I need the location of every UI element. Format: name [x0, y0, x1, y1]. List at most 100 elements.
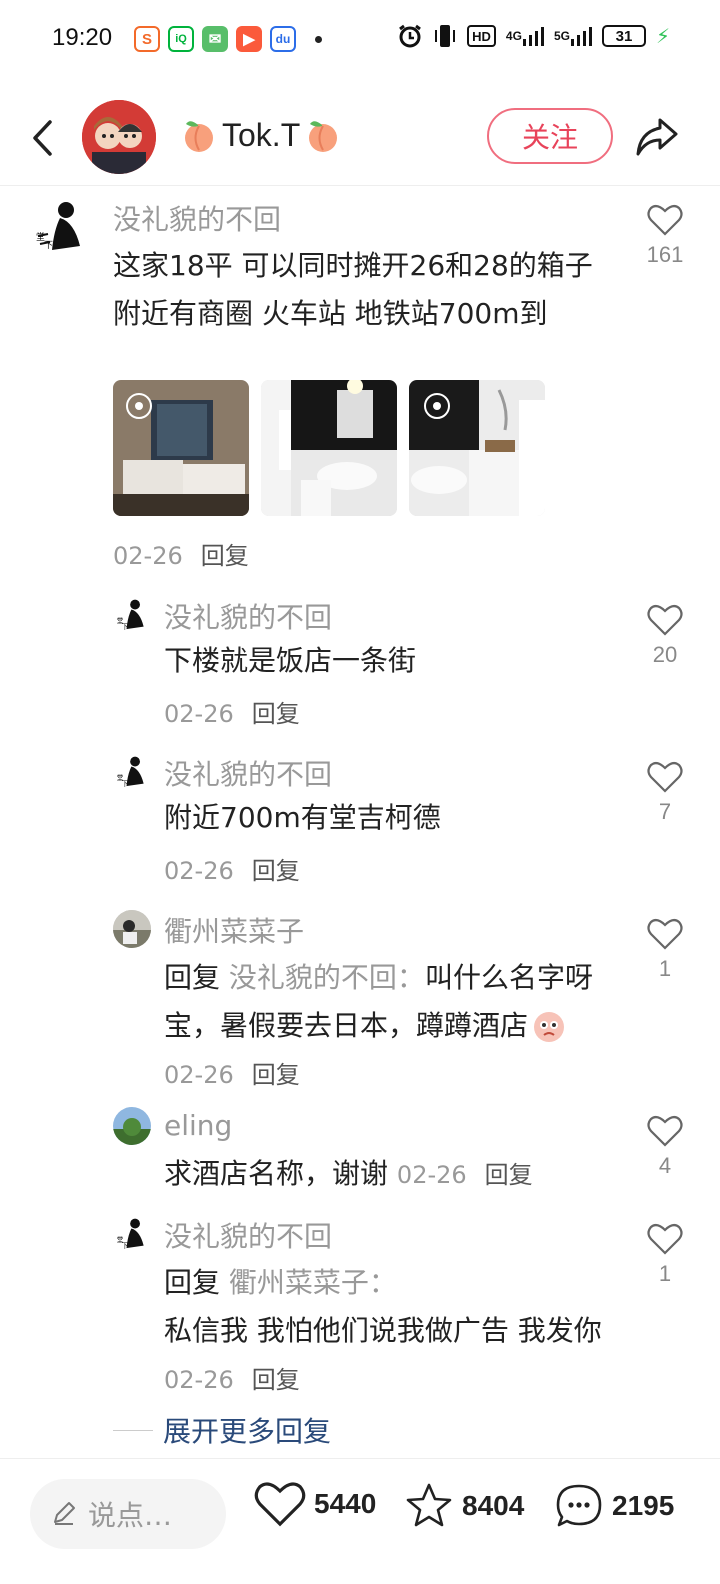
comment-input-placeholder: 说点… [88, 1499, 173, 1532]
commenter-name[interactable]: 没礼貌的不回 [113, 198, 281, 238]
reply-button[interactable]: 回复 [485, 1161, 533, 1189]
commenter-name[interactable]: 衢州菜菜子 [164, 910, 304, 950]
status-bar: 19:20 S iQ ✉ ▶ du HD 4G 5G 31 ⚡ [0, 0, 720, 80]
like-count: 4 [658, 1153, 672, 1178]
commenter-avatar[interactable] [113, 1107, 151, 1145]
star-icon [406, 1483, 452, 1527]
commenter-name[interactable]: 没礼貌的不回 [164, 753, 332, 793]
reply-prefix: 回复 [164, 961, 221, 994]
like-button[interactable]: 1 [635, 918, 695, 982]
commenter-name[interactable]: eling [164, 1109, 232, 1142]
comment-meta: 02-26 回复 [164, 1061, 300, 1089]
heart-icon [647, 918, 683, 950]
video-icon: ▶ [236, 26, 262, 52]
comment-text: 这家18平 可以同时摊开26和28的箱子 附近有商圈 火车站 地铁站700m到 [113, 249, 593, 330]
expand-replies[interactable]: 展开更多回复 [113, 1410, 331, 1450]
back-button[interactable] [22, 108, 62, 168]
commenter-avatar[interactable]: 堂下 [113, 596, 151, 634]
author-name[interactable]: Tok.T [180, 116, 342, 154]
charging-icon: ⚡ [655, 24, 670, 48]
commenter-avatar[interactable]: 堂下 [113, 1215, 151, 1253]
reply-button[interactable]: 回复 [252, 700, 300, 728]
comment-date: 02-26 [396, 1161, 467, 1189]
like-button[interactable]: 1 [635, 1223, 695, 1287]
share-icon [636, 118, 678, 156]
baidu-icon: du [270, 26, 296, 52]
comment-date: 02-26 [113, 542, 183, 570]
comment-text: 下楼就是饭店一条街 [164, 644, 417, 677]
reply-button[interactable]: 回复 [252, 1366, 300, 1394]
commenter-avatar[interactable]: 堂下 [30, 196, 92, 258]
comment-date: 02-26 [164, 1366, 234, 1394]
reply-button[interactable]: 回复 [201, 542, 249, 570]
reply-button[interactable]: 回复 [252, 857, 300, 885]
pencil-icon [54, 1502, 75, 1525]
comment-date: 02-26 [164, 1061, 234, 1089]
battery-level: 31 [615, 27, 633, 45]
battery-icon: 31 [601, 25, 646, 47]
commenter-name[interactable]: 没礼貌的不回 [164, 596, 332, 636]
commenter-name[interactable]: 没礼貌的不回 [164, 1215, 332, 1255]
comment-body: 回复 衢州菜菜子： 私信我 我怕他们说我做广告 我发你 02-26 回复 [164, 1259, 604, 1404]
bathroom-tub-photo[interactable] [409, 380, 545, 516]
comment-photos [113, 380, 545, 516]
system-status: HD 4G 5G 31 ⚡ [397, 22, 670, 50]
like-post-button[interactable]: 5440 [254, 1481, 376, 1527]
svg-text:下: 下 [122, 780, 129, 788]
like-button[interactable]: 4 [635, 1115, 695, 1179]
like-count: 7 [658, 799, 672, 824]
comment-count: 2195 [612, 1490, 675, 1521]
sohu-icon: S [134, 26, 160, 52]
comment-body: 求酒店名称，谢谢 02-26 回复 [164, 1150, 604, 1199]
comment-meta: 02-26 回复 [397, 1161, 533, 1189]
comment-text: 求酒店名称，谢谢 [164, 1157, 389, 1190]
favorite-button[interactable]: 8404 [404, 1481, 524, 1531]
status-time: 19:20 [52, 24, 113, 51]
pleading-emoji-icon [532, 1010, 566, 1044]
like-button[interactable]: 7 [635, 761, 695, 825]
comment-text: 私信我 我怕他们说我做广告 我发你 [164, 1314, 602, 1347]
comment-date: 02-26 [164, 857, 234, 885]
wechat-icon: ✉ [202, 26, 228, 52]
comment-body: 回复 没礼貌的不回：叫什么名字呀宝，暑假要去日本，蹲蹲酒店02-26 回复 [164, 954, 604, 1099]
comment-input[interactable]: 说点… [30, 1479, 226, 1549]
peach-emoji-icon [180, 116, 218, 154]
favorite-count: 8404 [462, 1490, 525, 1521]
comment-meta: 02-26 回复 [164, 1366, 300, 1394]
commenter-avatar[interactable]: 堂下 [113, 753, 151, 791]
peach-emoji-icon [304, 116, 342, 154]
hd-icon: HD [467, 25, 496, 47]
notification-icons: S iQ ✉ ▶ du [134, 26, 296, 52]
heart-icon [254, 1482, 306, 1527]
more-notifications-icon [315, 36, 322, 43]
author-avatar[interactable] [82, 100, 156, 174]
post-like-count: 5440 [314, 1488, 377, 1519]
comment-meta: 02-26 回复 [164, 851, 300, 886]
reply-to-name[interactable]: 衢州菜菜子： [229, 1266, 397, 1299]
hotel-room-photo[interactable] [113, 380, 249, 516]
comments-button[interactable]: 2195 [554, 1481, 674, 1531]
heart-icon [647, 604, 683, 636]
bottom-action-bar: 说点… 5440 8404 2195 [0, 1458, 720, 1584]
reply-button[interactable]: 回复 [252, 1061, 300, 1089]
like-count: 20 [652, 642, 678, 667]
follow-button[interactable]: 关注 [487, 108, 613, 164]
divider [113, 1429, 153, 1431]
heart-icon [647, 204, 683, 236]
reply-to-name[interactable]: 没礼貌的不回： [229, 961, 425, 994]
expand-replies-label: 展开更多回复 [163, 1415, 332, 1448]
signal-5g-icon: 5G [554, 22, 592, 50]
like-button[interactable]: 161 [635, 204, 695, 268]
bathroom-sink-photo[interactable] [261, 380, 397, 516]
svg-text:下: 下 [44, 241, 53, 251]
comment-text: 附近700m有堂吉柯德 [164, 801, 441, 834]
alarm-icon [397, 22, 423, 50]
share-button[interactable] [632, 112, 682, 162]
like-button[interactable]: 20 [635, 604, 695, 668]
heart-icon [647, 761, 683, 793]
vibrate-icon [433, 22, 457, 50]
comment-meta: 02-26 回复 [113, 536, 249, 571]
like-count: 1 [658, 956, 672, 981]
comment-date: 02-26 [164, 700, 234, 728]
commenter-avatar[interactable] [113, 910, 151, 948]
